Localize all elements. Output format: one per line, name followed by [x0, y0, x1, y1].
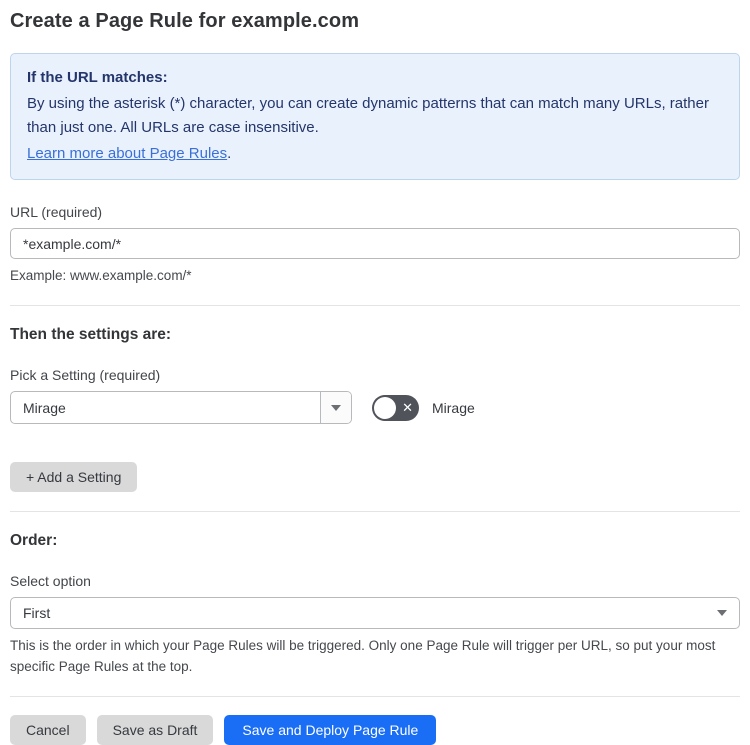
settings-section-heading: Then the settings are: — [10, 326, 172, 344]
dropdown-arrow-icon — [717, 610, 727, 617]
url-field-label: URL (required) — [10, 204, 103, 220]
setting-picker-row: Mirage ✕ Mirage — [10, 391, 740, 425]
setting-select[interactable]: Mirage — [10, 391, 352, 425]
toggle-knob — [374, 396, 396, 419]
page-title: Create a Page Rule for example.com — [10, 10, 360, 32]
mirage-toggle[interactable]: ✕ — [372, 394, 419, 421]
url-input[interactable] — [10, 228, 740, 259]
divider — [10, 511, 740, 513]
divider — [10, 305, 740, 307]
url-matches-info-box: If the URL matches: By using the asteris… — [10, 53, 740, 180]
setting-select-value: Mirage — [23, 399, 66, 416]
setting-select-arrow-button[interactable] — [320, 392, 351, 424]
order-select[interactable]: First — [10, 597, 740, 630]
url-helper-text: Example: www.example.com/* — [10, 268, 192, 283]
info-box-link-line: Learn more about Page Rules. — [27, 142, 723, 165]
pick-setting-label: Pick a Setting (required) — [10, 367, 161, 384]
save-as-draft-button[interactable]: Save as Draft — [96, 714, 214, 745]
learn-more-link[interactable]: Learn more about Page Rules — [27, 145, 227, 162]
order-helper-text: This is the order in which your Page Rul… — [10, 638, 716, 674]
cancel-button[interactable]: Cancel — [10, 714, 86, 745]
dropdown-arrow-icon — [331, 404, 341, 411]
divider — [10, 695, 740, 697]
order-select-value: First — [23, 605, 51, 622]
order-section-heading: Order: — [10, 532, 58, 550]
save-and-deploy-button[interactable]: Save and Deploy Page Rule — [224, 714, 437, 745]
toggle-off-x-icon: ✕ — [402, 399, 413, 415]
link-suffix: . — [227, 144, 232, 162]
add-setting-button[interactable]: + Add a Setting — [10, 462, 138, 493]
toggle-label: Mirage — [432, 399, 475, 416]
info-box-body: By using the asterisk (*) character, you… — [27, 95, 709, 136]
info-box-heading: If the URL matches: — [27, 69, 168, 86]
form-actions: Cancel Save as Draft Save and Deploy Pag… — [10, 714, 740, 745]
order-select-label: Select option — [10, 573, 91, 590]
page-rule-form: Create a Page Rule for example.com If th… — [0, 0, 750, 745]
